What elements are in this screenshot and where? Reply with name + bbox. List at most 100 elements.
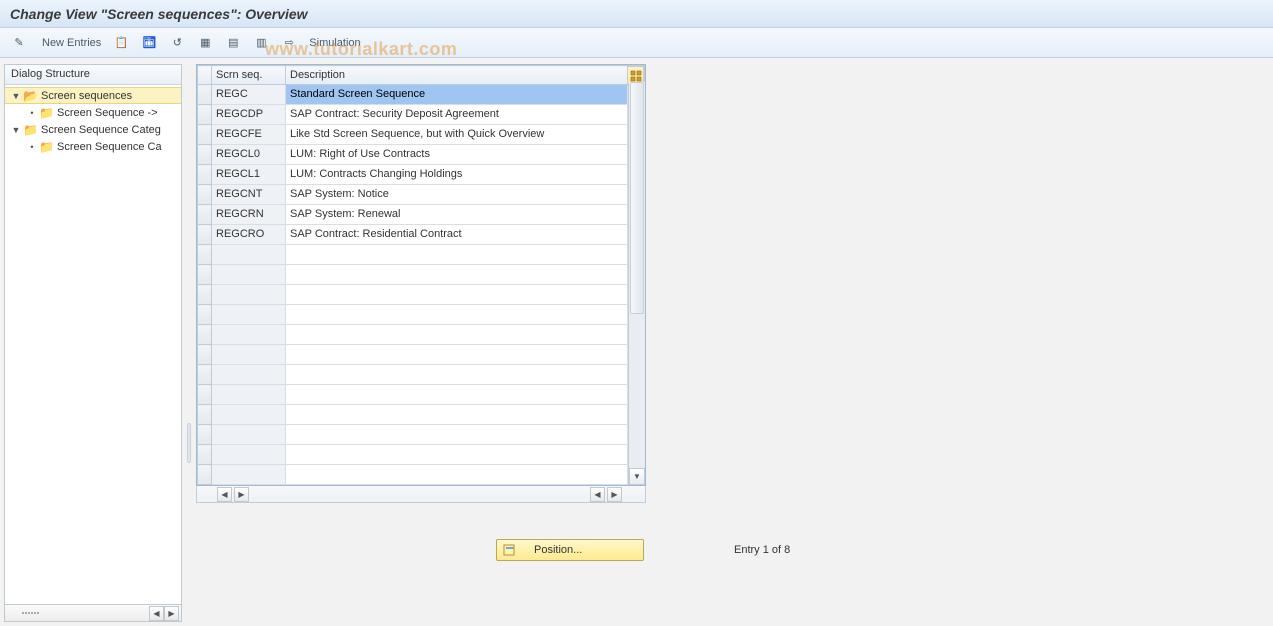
scrn-seq-cell[interactable]: REGCRO bbox=[212, 225, 285, 244]
row-selector[interactable] bbox=[198, 165, 212, 185]
scrollbar-track[interactable] bbox=[629, 82, 645, 468]
scrn-seq-cell[interactable] bbox=[212, 285, 285, 304]
row-selector[interactable] bbox=[198, 385, 212, 405]
description-cell[interactable] bbox=[286, 425, 627, 444]
table-row bbox=[198, 365, 628, 385]
scrn-seq-cell[interactable] bbox=[212, 425, 285, 444]
new-entries-button[interactable]: New Entries bbox=[34, 32, 106, 54]
scrn-seq-cell[interactable] bbox=[212, 365, 285, 384]
vertical-scrollbar[interactable]: ▲ ▼ bbox=[628, 65, 645, 485]
description-cell[interactable] bbox=[286, 345, 627, 364]
select-block-button[interactable]: ▤ bbox=[220, 32, 246, 54]
description-cell[interactable] bbox=[286, 385, 627, 404]
hscroll-right-button[interactable]: ▶ bbox=[234, 487, 249, 502]
row-selector[interactable] bbox=[198, 285, 212, 305]
scroll-left-button[interactable]: ◀ bbox=[149, 606, 164, 621]
scroll-down-button[interactable]: ▼ bbox=[629, 468, 645, 485]
tree-node-screen-sequences[interactable]: ▼ Screen sequences bbox=[5, 87, 181, 104]
tree-node-screen-sequence-ca[interactable]: • Screen Sequence Ca bbox=[5, 138, 181, 155]
scrn-seq-cell[interactable]: REGCNT bbox=[212, 185, 285, 204]
screen-sequences-table: Scrn seq. Description REGCStandard Scree… bbox=[197, 65, 628, 485]
hscroll-left-button[interactable]: ◀ bbox=[217, 487, 232, 502]
scrn-seq-cell[interactable]: REGCL1 bbox=[212, 165, 285, 184]
description-cell[interactable] bbox=[286, 405, 627, 424]
panel-splitter[interactable] bbox=[186, 64, 192, 622]
description-cell[interactable]: Standard Screen Sequence bbox=[286, 85, 627, 104]
column-header-row-selector[interactable] bbox=[198, 66, 212, 85]
scrn-seq-cell[interactable]: REGCRN bbox=[212, 205, 285, 224]
row-selector[interactable] bbox=[198, 185, 212, 205]
description-cell[interactable]: LUM: Contracts Changing Holdings bbox=[286, 165, 627, 184]
row-selector[interactable] bbox=[198, 205, 212, 225]
deselect-all-button[interactable]: ▥ bbox=[248, 32, 274, 54]
tree-node-label: Screen Sequence Ca bbox=[57, 141, 162, 153]
scrn-seq-cell[interactable] bbox=[212, 405, 285, 424]
scrn-seq-cell[interactable] bbox=[212, 385, 285, 404]
row-selector[interactable] bbox=[198, 105, 212, 125]
description-cell[interactable] bbox=[286, 325, 627, 344]
tree-node-screen-sequence-arrow[interactable]: • Screen Sequence -> bbox=[5, 104, 181, 121]
hscroll-left-button-2[interactable]: ◀ bbox=[590, 487, 605, 502]
row-selector[interactable] bbox=[198, 325, 212, 345]
row-selector[interactable] bbox=[198, 225, 212, 245]
scrn-seq-cell[interactable] bbox=[212, 325, 285, 344]
description-cell[interactable] bbox=[286, 465, 627, 484]
scrollbar-thumb[interactable] bbox=[630, 82, 644, 314]
column-header-scrn-seq[interactable]: Scrn seq. bbox=[212, 66, 286, 85]
scrn-seq-cell[interactable]: REGCFE bbox=[212, 125, 285, 144]
description-cell[interactable] bbox=[286, 445, 627, 464]
description-cell[interactable]: SAP System: Notice bbox=[286, 185, 627, 204]
row-selector[interactable] bbox=[198, 345, 212, 365]
description-cell[interactable] bbox=[286, 245, 627, 264]
delete-button[interactable]: 🛅 bbox=[136, 32, 162, 54]
description-cell[interactable]: SAP Contract: Security Deposit Agreement bbox=[286, 105, 627, 124]
copy-button[interactable]: 📋 bbox=[108, 32, 134, 54]
undo-button[interactable]: ↺ bbox=[164, 32, 190, 54]
scroll-right-button[interactable]: ▶ bbox=[164, 606, 179, 621]
row-selector[interactable] bbox=[198, 445, 212, 465]
collapse-icon[interactable]: ▼ bbox=[9, 91, 23, 101]
scrn-seq-cell[interactable] bbox=[212, 345, 285, 364]
hscroll-right-button-2[interactable]: ▶ bbox=[607, 487, 622, 502]
description-cell[interactable]: Like Std Screen Sequence, but with Quick… bbox=[286, 125, 627, 144]
row-selector[interactable] bbox=[198, 145, 212, 165]
tree-header: Dialog Structure bbox=[5, 65, 181, 85]
simulation-button[interactable]: Simulation bbox=[304, 32, 365, 54]
table-horizontal-scrollbar[interactable]: ◀ ▶ ◀ ▶ bbox=[196, 486, 646, 503]
description-cell[interactable] bbox=[286, 305, 627, 324]
select-all-button[interactable]: ▦ bbox=[192, 32, 218, 54]
description-cell[interactable] bbox=[286, 285, 627, 304]
scrn-seq-cell[interactable] bbox=[212, 305, 285, 324]
row-selector[interactable] bbox=[198, 425, 212, 445]
scrn-seq-cell[interactable]: REGCL0 bbox=[212, 145, 285, 164]
row-selector[interactable] bbox=[198, 245, 212, 265]
table-row bbox=[198, 465, 628, 485]
description-cell[interactable]: SAP System: Renewal bbox=[286, 205, 627, 224]
description-cell[interactable] bbox=[286, 265, 627, 284]
transport-button[interactable]: ⇨ bbox=[276, 32, 302, 54]
tree-horizontal-scrollbar[interactable]: ◀ ▶ bbox=[4, 605, 182, 622]
row-selector[interactable] bbox=[198, 305, 212, 325]
column-header-description[interactable]: Description bbox=[286, 66, 628, 85]
scrn-seq-cell[interactable]: REGCDP bbox=[212, 105, 285, 124]
row-selector[interactable] bbox=[198, 265, 212, 285]
description-cell[interactable]: LUM: Right of Use Contracts bbox=[286, 145, 627, 164]
row-selector[interactable] bbox=[198, 465, 212, 485]
scrn-seq-cell[interactable] bbox=[212, 445, 285, 464]
description-cell[interactable] bbox=[286, 365, 627, 384]
scrn-seq-cell[interactable]: REGC bbox=[212, 85, 285, 104]
scrn-seq-cell[interactable] bbox=[212, 465, 285, 484]
description-cell[interactable]: SAP Contract: Residential Contract bbox=[286, 225, 627, 244]
row-selector[interactable] bbox=[198, 365, 212, 385]
row-selector[interactable] bbox=[198, 405, 212, 425]
table-row: REGCNTSAP System: Notice bbox=[198, 185, 628, 205]
row-selector[interactable] bbox=[198, 125, 212, 145]
row-selector[interactable] bbox=[198, 85, 212, 105]
drag-handle-icon[interactable] bbox=[7, 608, 53, 619]
position-button[interactable]: Position... bbox=[496, 539, 644, 561]
collapse-icon[interactable]: ▼ bbox=[9, 125, 23, 135]
toggle-change-button[interactable]: ✎ bbox=[6, 32, 32, 54]
tree-node-screen-sequence-categ[interactable]: ▼ Screen Sequence Categ bbox=[5, 121, 181, 138]
scrn-seq-cell[interactable] bbox=[212, 265, 285, 284]
scrn-seq-cell[interactable] bbox=[212, 245, 285, 264]
